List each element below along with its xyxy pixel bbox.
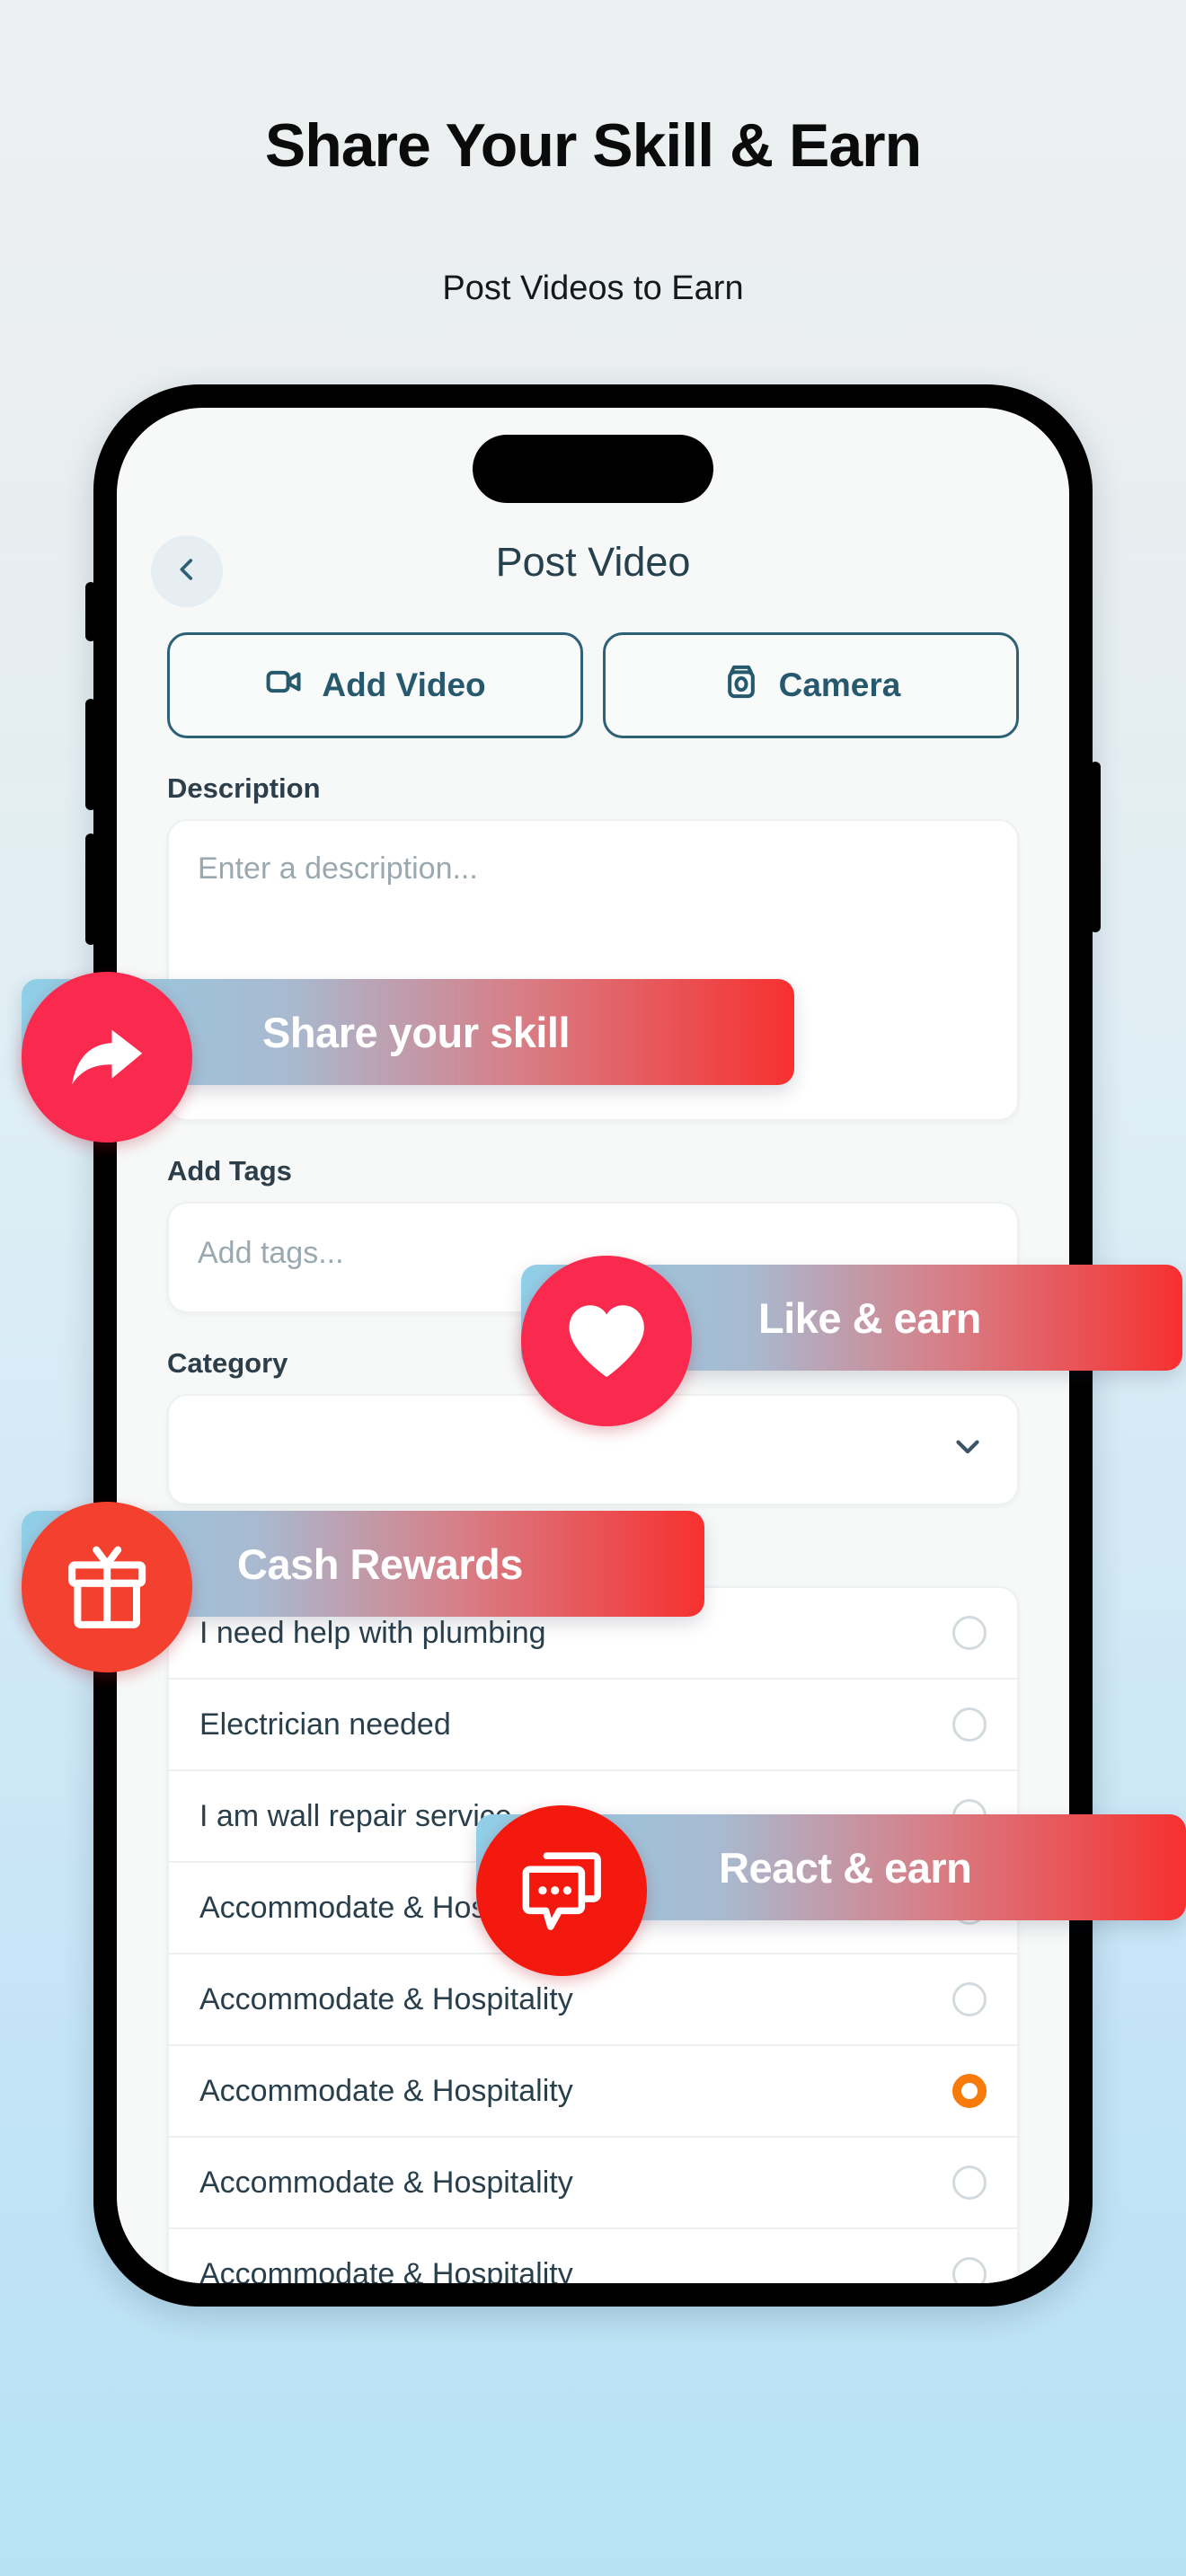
service-row-radio[interactable] [952,2166,987,2200]
phone-silent-switch [85,582,96,641]
badge-cash-label: Cash Rewards [237,1539,523,1588]
badge-share-label: Share your skill [262,1008,571,1056]
camera-button[interactable]: Camera [603,632,1019,738]
video-camera-icon [264,662,304,710]
service-row-label: Accommodate & Hospitality [199,1981,573,2016]
service-row-label: I need help with plumbing [199,1615,546,1650]
service-row-radio[interactable] [952,1982,987,2016]
gift-icon [22,1502,192,1672]
heart-icon [521,1256,692,1426]
app-header: Post Video [117,532,1069,618]
post-video-form: Add Video Camera Description Enter a des… [117,632,1069,2283]
service-row-label: Accommodate & Hospitality [199,2165,573,2200]
service-row[interactable]: Accommodate & Hospitality [169,2046,1017,2138]
chat-bubbles-icon [476,1805,647,1976]
service-row-label: I am wall repair service [199,1798,512,1833]
dynamic-island [473,435,713,503]
chevron-down-icon [949,1427,987,1473]
service-row[interactable]: Accommodate & Hospitality [169,2138,1017,2229]
add-video-button[interactable]: Add Video [167,632,583,738]
media-action-row: Add Video Camera [117,632,1069,738]
badge-like-label: Like & earn [758,1293,981,1342]
share-arrow-icon [22,972,192,1142]
description-label: Description [167,772,321,804]
service-row-radio[interactable] [952,2257,987,2283]
page-title: Share Your Skill & Earn [264,111,922,180]
add-tags-label: Add Tags [167,1155,292,1187]
service-row[interactable]: Electrician needed [169,1680,1017,1771]
badge-react-label: React & earn [719,1843,972,1892]
service-row-radio[interactable] [952,2074,987,2108]
phone-volume-down-button [85,834,96,945]
screen-title: Post Video [495,539,691,585]
add-video-label: Add Video [322,666,486,703]
service-row-label: Accommodate & Hospitality [199,2073,573,2108]
service-row[interactable]: Accommodate & Hospitality [169,2229,1017,2283]
phone-volume-up-button [85,699,96,810]
service-row-label: Accommodate & Hospitality [199,2256,573,2284]
photo-camera-icon [721,662,761,710]
phone-power-button [1090,762,1101,932]
camera-label: Camera [778,666,901,703]
service-row-radio[interactable] [952,1707,987,1742]
service-row-radio[interactable] [952,1616,987,1650]
page-subtitle: Post Videos to Earn [442,269,744,307]
service-row-label: Electrician needed [199,1707,451,1742]
